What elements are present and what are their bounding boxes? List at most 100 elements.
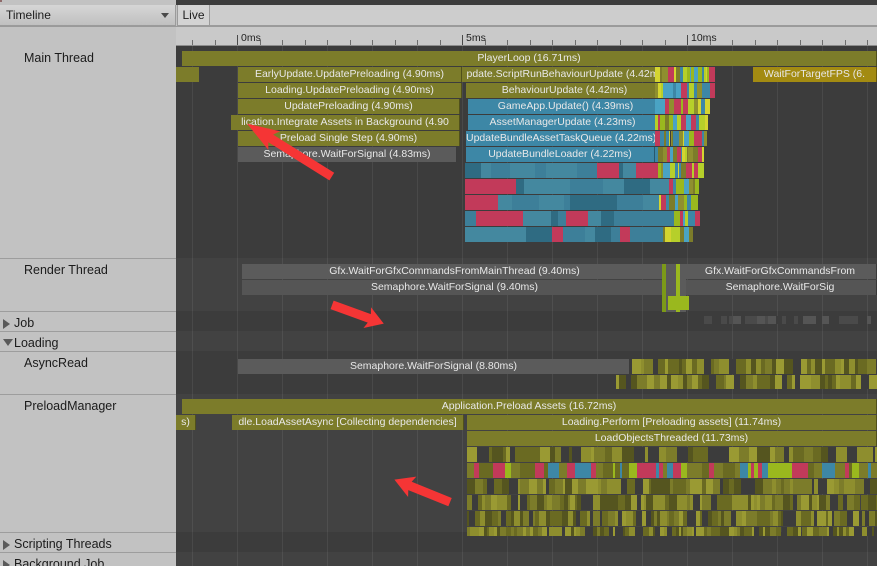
timeline-sample-fragment[interactable] [670, 375, 679, 389]
timeline-sample-fragment[interactable] [497, 195, 512, 210]
timeline-sample-fragment[interactable] [689, 227, 694, 242]
timeline-sample-fragment[interactable] [486, 479, 495, 494]
timeline-sample-fragment[interactable] [762, 447, 771, 462]
timeline-sample-fragment[interactable] [693, 447, 702, 462]
timeline-sample-fragment[interactable] [692, 495, 701, 510]
timeline-sample-fragment[interactable] [793, 447, 805, 462]
timeline-sample-fragment[interactable] [704, 115, 708, 130]
timeline-sample-fragment[interactable] [551, 495, 560, 510]
timeline-sample-fragment[interactable] [646, 495, 653, 510]
timeline-sample-fragment[interactable] [705, 99, 711, 114]
timeline-sample[interactable]: UpdatePreloading (4.90ms) [238, 99, 460, 114]
timeline-sample-fragment[interactable] [486, 463, 494, 478]
timeline-sample-fragment[interactable] [629, 227, 663, 242]
timeline-sample-fragment[interactable] [577, 479, 587, 494]
timeline-sample-fragment[interactable] [479, 463, 487, 478]
timeline-sample-fragment[interactable] [575, 463, 585, 478]
timeline-sample-fragment[interactable] [869, 375, 877, 389]
timeline-sample-fragment[interactable] [858, 316, 868, 324]
timeline-sample-fragment[interactable] [776, 359, 785, 374]
timeline-sample-fragment[interactable] [698, 163, 704, 178]
timeline-sample-fragment[interactable] [713, 463, 724, 478]
timeline-sample-fragment[interactable] [814, 359, 822, 374]
timeline-sample-fragment[interactable] [827, 479, 835, 494]
timeline-sample-fragment[interactable] [694, 211, 701, 226]
timeline-sample-fragment[interactable] [709, 67, 715, 82]
timeline-sample-fragment[interactable] [184, 67, 192, 82]
timeline-sample[interactable]: EarlyUpdate.UpdatePreloading (4.90ms) [238, 67, 462, 82]
timeline-sample-fragment[interactable] [627, 479, 636, 494]
timeline-sample-fragment[interactable] [825, 463, 835, 478]
timeline-sample-fragment[interactable] [569, 195, 592, 210]
timeline-sample-fragment[interactable] [657, 359, 665, 374]
timeline-sample-fragment[interactable] [689, 511, 697, 526]
live-button[interactable]: Live [177, 5, 210, 26]
timeline-sample-fragment[interactable] [506, 227, 527, 242]
timeline-sample-fragment[interactable] [595, 463, 604, 478]
timeline-sample-fragment[interactable] [546, 163, 577, 178]
timeline-sample-fragment[interactable] [585, 227, 595, 242]
timeline-sample-fragment[interactable] [739, 375, 747, 389]
timeline-sample-fragment[interactable] [812, 447, 821, 462]
timeline-sample-fragment[interactable] [754, 479, 764, 494]
timeline-sample-fragment[interactable] [851, 463, 859, 478]
timeline-sample-fragment[interactable] [736, 359, 746, 374]
timeline-sample-fragment[interactable] [588, 211, 601, 226]
timeline-sample-fragment[interactable] [782, 495, 791, 510]
thread-row-job[interactable]: Job [0, 312, 176, 332]
timeline-sample-fragment[interactable] [676, 447, 686, 462]
timeline-sample-fragment[interactable] [725, 463, 736, 478]
timeline-sample-fragment[interactable] [767, 463, 777, 478]
thread-row-main-thread[interactable]: Main Thread [0, 47, 176, 259]
timeline-sample-fragment[interactable] [708, 447, 719, 462]
timeline-sample-fragment[interactable] [674, 296, 682, 310]
timeline-sample-fragment[interactable] [803, 479, 813, 494]
timeline-sample-fragment[interactable] [792, 463, 802, 478]
timeline-sample-fragment[interactable] [562, 227, 586, 242]
timeline-sample-fragment[interactable] [510, 163, 536, 178]
timeline-sample-fragment[interactable] [775, 447, 784, 462]
timeline-sample-fragment[interactable] [784, 359, 794, 374]
thread-row-preloadmanager[interactable]: PreloadManager [0, 395, 176, 533]
timeline-sample-fragment[interactable] [489, 179, 517, 194]
timeline-sample-fragment[interactable] [484, 227, 503, 242]
timeline-sample-fragment[interactable] [551, 227, 563, 242]
timeline-sample-fragment[interactable] [514, 447, 525, 462]
timeline-sample-fragment[interactable] [545, 195, 564, 210]
timeline-sample-fragment[interactable] [861, 375, 870, 389]
timeline-sample-fragment[interactable] [555, 479, 563, 494]
timeline-tracks[interactable]: PlayerLoop (16.71ms) EarlyUpdate.UpdatePr… [176, 46, 877, 566]
timeline-sample-fragment[interactable] [762, 375, 770, 389]
timeline-sample-fragment[interactable] [619, 227, 630, 242]
timeline-sample-fragment[interactable] [176, 67, 185, 82]
timeline-sample-fragment[interactable] [490, 163, 511, 178]
timeline-sample-fragment[interactable] [617, 195, 643, 210]
timeline-sample-fragment[interactable] [820, 447, 828, 462]
timeline-sample-fragment[interactable] [804, 447, 813, 462]
timeline-ruler[interactable]: 0ms 5ms 10ms [176, 27, 877, 46]
timeline-sample-fragment[interactable] [614, 211, 647, 226]
timeline-sample-fragment[interactable] [783, 463, 793, 478]
chevron-right-icon[interactable] [3, 319, 10, 329]
timeline-sample-fragment[interactable] [793, 359, 802, 374]
timeline-sample-fragment[interactable] [745, 316, 754, 324]
timeline-sample-fragment[interactable] [661, 479, 671, 494]
timeline-sample-fragment[interactable] [729, 447, 739, 462]
timeline-sample[interactable]: pdate.ScriptRunBehaviourUpdate (4.42m [462, 67, 664, 82]
timeline-sample[interactable]: Semaphore.WaitForSignal (4.83ms) [238, 147, 457, 162]
timeline-sample[interactable]: LoadObjectsThreaded (11.73ms) [467, 431, 877, 446]
timeline-sample-fragment[interactable] [465, 195, 498, 210]
timeline-sample-fragment[interactable] [827, 447, 837, 462]
timeline-sample-fragment[interactable] [693, 479, 702, 494]
timeline-sample-fragment[interactable] [526, 227, 552, 242]
timeline-sample-fragment[interactable] [557, 211, 567, 226]
timeline-sample-fragment[interactable] [481, 163, 491, 178]
timeline-sample-fragment[interactable] [822, 316, 830, 324]
timeline-sample[interactable]: Gfx.WaitForGfxCommandsFrom [684, 264, 877, 279]
timeline-sample-fragment[interactable] [666, 447, 677, 462]
timeline-sample-fragment[interactable] [530, 447, 540, 462]
timeline-sample-fragment[interactable] [558, 463, 568, 478]
timeline-sample-fragment[interactable] [600, 211, 615, 226]
timeline-sample-fragment[interactable] [594, 227, 612, 242]
timeline-sample-fragment[interactable] [733, 316, 742, 324]
